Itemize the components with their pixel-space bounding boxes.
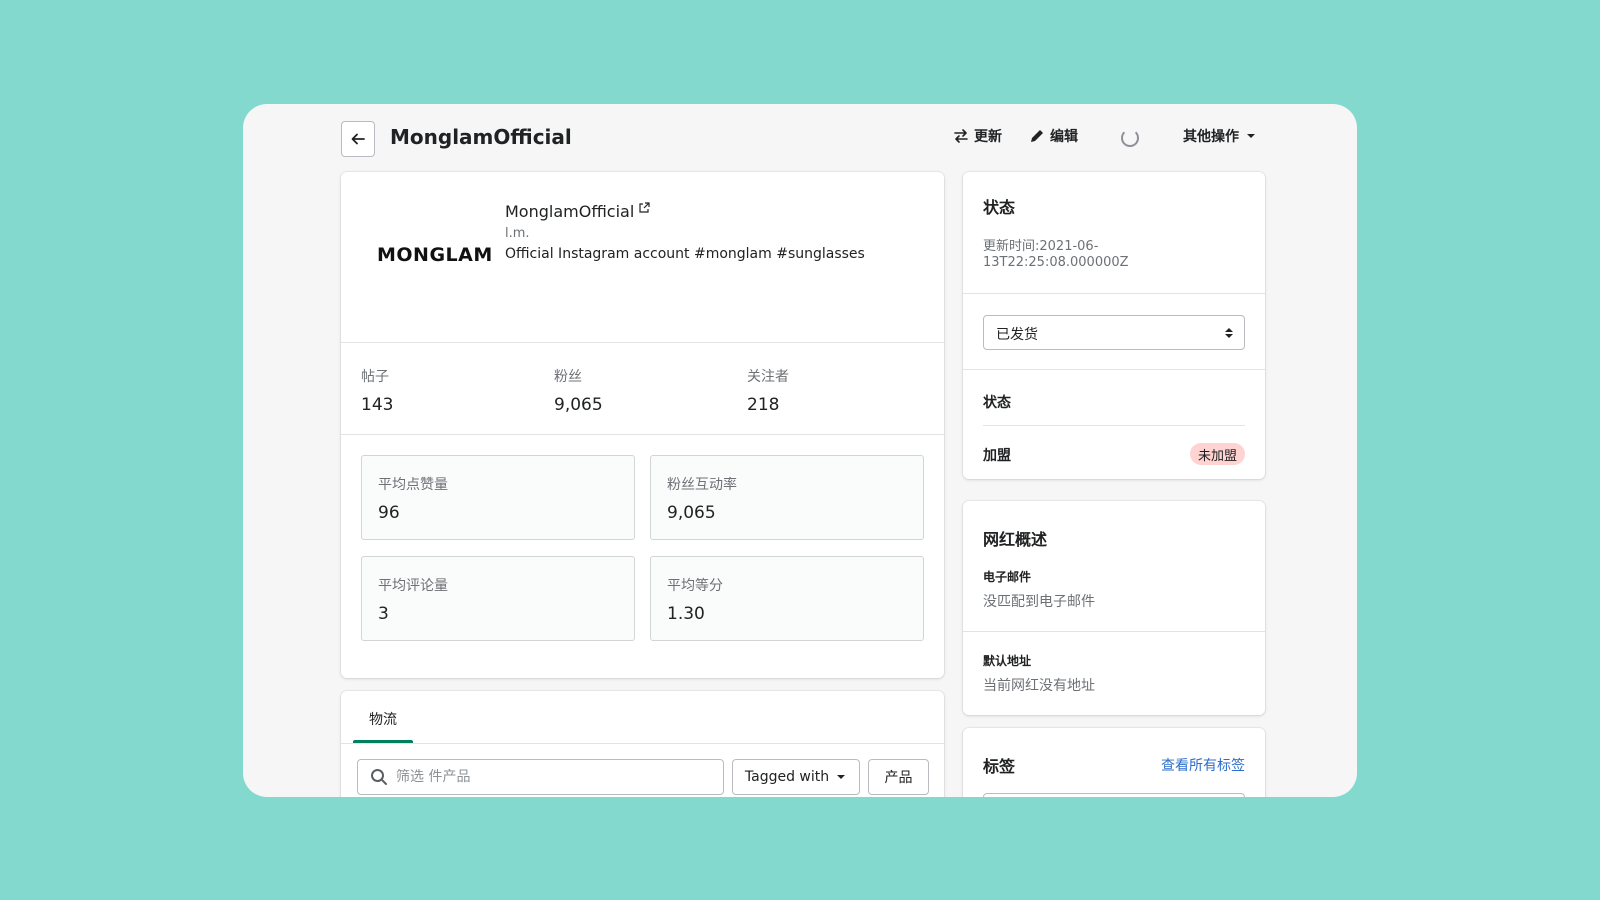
arrow-left-icon [351, 133, 365, 145]
email-value: 没匹配到电子邮件 [983, 594, 1095, 610]
metric-avg-score: 平均等分 1.30 [650, 556, 924, 641]
edit-label: 编辑 [1050, 129, 1078, 145]
profile-handle: l.m. [505, 226, 530, 241]
status-card: 状态 更新时间:2021-06- 13T22:25:08.000000Z 已发货… [963, 172, 1265, 479]
metric-avg-likes: 平均点赞量 96 [361, 455, 635, 540]
product-button-label: 产品 [884, 770, 913, 786]
select-arrows-icon [1225, 328, 1233, 338]
tab-logistics-label: 物流 [369, 712, 397, 728]
divider [963, 631, 1265, 632]
view-all-tags-link[interactable]: 查看所有标签 [1161, 755, 1245, 775]
caret-down-icon [837, 775, 846, 779]
page-title: MonglamOfficial [390, 125, 572, 149]
stat-value-followers: 9,065 [554, 395, 603, 415]
divider [341, 743, 944, 744]
metric-value: 9,065 [667, 503, 716, 523]
more-actions-label: 其他操作 [1183, 129, 1239, 145]
profile-name-link[interactable]: MonglamOfficial [505, 202, 650, 221]
status-card-title: 状态 [983, 198, 1016, 217]
stat-value-following: 218 [747, 395, 780, 415]
metric-label: 平均点赞量 [378, 477, 448, 493]
caret-down-icon [1247, 134, 1255, 138]
loading-spinner-icon [1121, 129, 1139, 147]
divider [983, 425, 1245, 426]
metric-label: 粉丝互动率 [667, 477, 737, 493]
edit-button[interactable]: 编辑 [1029, 126, 1078, 146]
metric-avg-comments: 平均评论量 3 [361, 556, 635, 641]
divider [341, 434, 944, 435]
join-label: 加盟 [983, 448, 1011, 464]
address-value: 当前网红没有地址 [983, 678, 1095, 694]
divider [963, 293, 1265, 294]
address-label: 默认地址 [983, 654, 1032, 668]
logistics-card: 物流 Tagged with 产品 [341, 691, 944, 797]
tagged-with-dropdown[interactable]: Tagged with [732, 759, 860, 795]
updated-time-line2: 13T22:25:08.000000Z [983, 255, 1129, 270]
more-actions-button[interactable]: 其他操作 [1183, 126, 1258, 146]
brand-logo: MONGLAM [377, 244, 493, 266]
stat-label-posts: 帖子 [361, 369, 389, 385]
tags-card: 标签 查看所有标签 [963, 728, 1265, 797]
email-label: 电子邮件 [983, 570, 1032, 584]
stat-label-following: 关注者 [747, 369, 789, 385]
divider [341, 342, 944, 343]
metric-value: 96 [378, 503, 400, 523]
stat-label-followers: 粉丝 [554, 369, 582, 385]
metric-engagement-rate: 粉丝互动率 9,065 [650, 455, 924, 540]
profile-name: MonglamOfficial [505, 202, 635, 221]
profile-card: MONGLAM MonglamOfficial l.m. Official In… [341, 172, 944, 678]
back-button[interactable] [341, 121, 375, 157]
metric-label: 平均评论量 [378, 578, 448, 594]
tab-logistics[interactable]: 物流 [353, 691, 413, 743]
tagged-with-label: Tagged with [744, 769, 830, 785]
updated-time-line1: 更新时间:2021-06- [983, 239, 1099, 254]
shipping-status-value: 已发货 [996, 327, 1038, 343]
pencil-icon [1031, 130, 1043, 142]
metric-label: 平均等分 [667, 578, 723, 594]
search-icon [371, 769, 387, 785]
refresh-arrows-icon [954, 129, 968, 143]
divider [963, 369, 1265, 370]
external-link-icon [639, 202, 650, 213]
product-search-input[interactable] [396, 769, 696, 785]
product-button[interactable]: 产品 [868, 759, 929, 795]
status-label: 状态 [983, 395, 1011, 411]
tags-card-title: 标签 [983, 757, 1016, 776]
profile-bio: Official Instagram account #monglam #sun… [505, 246, 865, 262]
metric-value: 3 [378, 604, 389, 624]
update-button[interactable]: 更新 [953, 126, 1002, 146]
influencer-overview-card: 网红概述 电子邮件 没匹配到电子邮件 默认地址 当前网红没有地址 [963, 501, 1265, 715]
product-search-field[interactable] [357, 759, 724, 795]
overview-card-title: 网红概述 [983, 530, 1048, 549]
shipping-status-select[interactable]: 已发货 [983, 315, 1245, 350]
stat-value-posts: 143 [361, 395, 394, 415]
join-status-badge: 未加盟 [1189, 443, 1245, 465]
app-window: MonglamOfficial 更新 编辑 其他操作 MONGLAM Mongl… [243, 104, 1357, 797]
metric-value: 1.30 [667, 604, 705, 624]
tags-input[interactable] [983, 793, 1245, 797]
update-label: 更新 [974, 129, 1002, 145]
